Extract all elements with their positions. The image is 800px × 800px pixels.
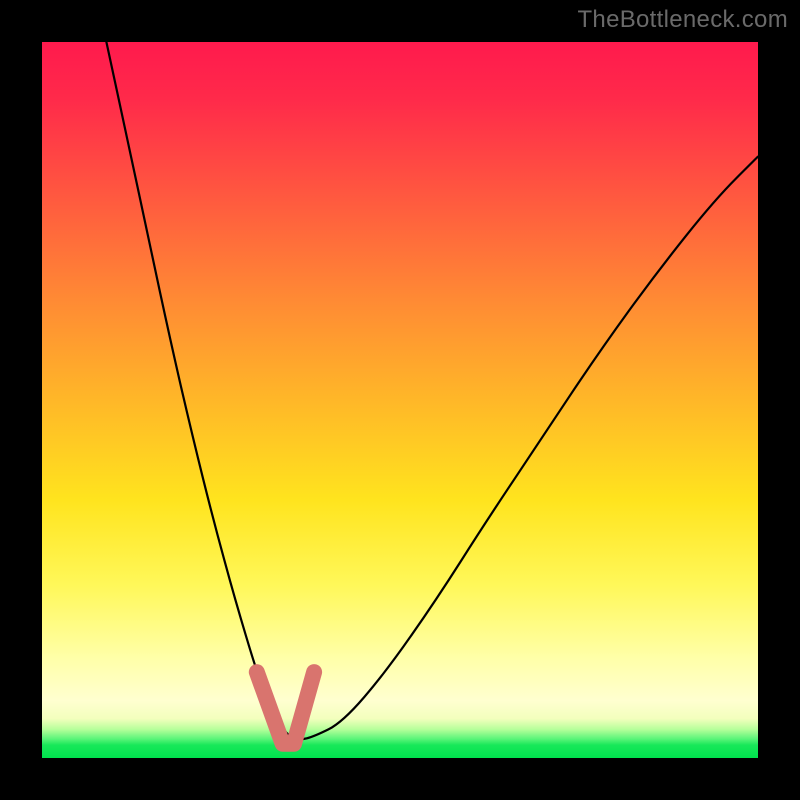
curve-layer: [42, 42, 758, 758]
valley-marker-path: [257, 672, 314, 744]
chart-frame: TheBottleneck.com: [0, 0, 800, 800]
plot-area: [42, 42, 758, 758]
watermark-text: TheBottleneck.com: [577, 6, 788, 34]
bottleneck-curve-path: [106, 42, 758, 739]
